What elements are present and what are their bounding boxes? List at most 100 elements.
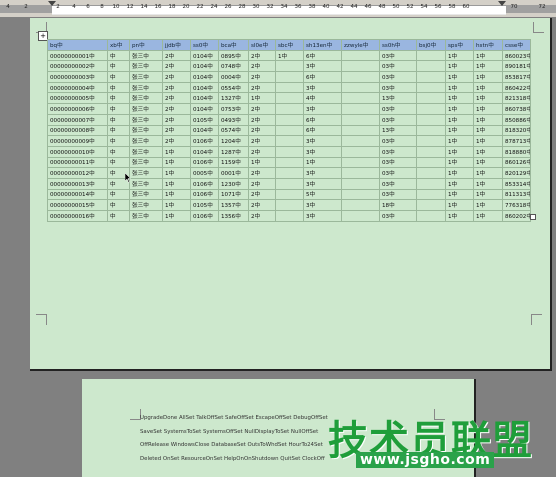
table-cell[interactable]: 03中 — [379, 210, 417, 222]
table-cell[interactable] — [416, 71, 446, 83]
column-header[interactable]: jjdb中 — [162, 39, 191, 51]
table-cell[interactable]: 中 — [107, 71, 130, 83]
table-cell[interactable]: 1中 — [473, 92, 503, 105]
table-cell[interactable]: 1中 — [445, 135, 474, 147]
table-cell[interactable]: 2中 — [248, 81, 276, 94]
table-cell[interactable]: 5中 — [303, 188, 342, 201]
table-cell[interactable]: 张三中 — [129, 81, 163, 94]
table-cell[interactable] — [275, 145, 304, 158]
table-cell[interactable]: 1中 — [473, 71, 503, 83]
table-cell[interactable] — [416, 124, 446, 137]
table-cell[interactable]: 2中 — [248, 177, 276, 190]
table-cell[interactable]: 860202中 — [502, 210, 531, 222]
table-cell[interactable]: 03中 — [379, 81, 417, 94]
table-cell[interactable]: 2中 — [248, 124, 276, 137]
table-cell[interactable]: 03中 — [379, 145, 417, 158]
table-cell[interactable]: 2中 — [162, 92, 191, 105]
table-cell[interactable]: 00000000005中 — [47, 92, 108, 105]
table-cell[interactable]: 1中 — [473, 145, 503, 158]
table-cell[interactable] — [275, 92, 304, 105]
column-header[interactable]: bsj0中 — [416, 39, 446, 51]
table-cell[interactable]: 1中 — [473, 103, 503, 115]
table-cell[interactable]: 中 — [107, 124, 130, 137]
table-cell[interactable]: 中 — [107, 156, 130, 169]
table-cell[interactable]: 1071中 — [218, 188, 249, 201]
column-header[interactable]: sl0e中 — [248, 39, 276, 51]
table-cell[interactable]: 00000000012中 — [47, 167, 108, 179]
table-cell[interactable]: 3中 — [303, 103, 342, 115]
table-cell[interactable]: 张三中 — [129, 124, 163, 137]
table-cell[interactable]: 3中 — [303, 135, 342, 147]
table-cell[interactable]: 中 — [107, 81, 130, 94]
table-cell[interactable] — [341, 156, 380, 169]
table-cell[interactable] — [416, 145, 446, 158]
table-cell[interactable]: 1中 — [473, 167, 503, 179]
table-cell[interactable]: 1中 — [445, 113, 474, 126]
table-cell[interactable]: 1中 — [473, 199, 503, 211]
table-cell[interactable]: 1中 — [445, 167, 474, 179]
table-cell[interactable]: 4中 — [303, 92, 342, 105]
table-cell[interactable] — [416, 49, 446, 62]
table-cell[interactable]: 1中 — [445, 71, 474, 83]
table-cell[interactable]: 03中 — [379, 135, 417, 147]
table-cell[interactable]: 0104中 — [190, 81, 219, 94]
table-cell[interactable]: 6中 — [303, 124, 342, 137]
table-cell[interactable] — [275, 60, 304, 73]
table-cell[interactable]: 2中 — [248, 113, 276, 126]
table-cell[interactable]: 1356中 — [218, 210, 249, 222]
table-cell[interactable]: 张三中 — [129, 60, 163, 73]
right-indent-marker[interactable] — [498, 1, 506, 6]
table-cell[interactable]: 2中 — [248, 60, 276, 73]
table-cell[interactable]: 中 — [107, 210, 130, 222]
table-cell[interactable]: 860422中 — [502, 81, 531, 94]
table-cell[interactable]: 00000000001中 — [47, 49, 108, 62]
table-cell[interactable]: 张三中 — [129, 71, 163, 83]
table-cell[interactable]: 1中 — [473, 49, 503, 62]
column-header[interactable]: bq中 — [47, 39, 108, 51]
table-cell[interactable]: 0105中 — [190, 113, 219, 126]
table-cell[interactable] — [341, 113, 380, 126]
table-cell[interactable]: 1159中 — [218, 156, 249, 169]
table-cell[interactable]: 878713中 — [502, 135, 531, 147]
table-cell[interactable]: 3中 — [303, 210, 342, 222]
table-cell[interactable]: 818320中 — [502, 124, 531, 137]
table-cell[interactable]: 1中 — [162, 177, 191, 190]
table-cell[interactable]: 0104中 — [190, 103, 219, 115]
table-cell[interactable] — [275, 167, 304, 179]
table-cell[interactable]: 820129中 — [502, 167, 531, 179]
table-cell[interactable]: 0104中 — [190, 49, 219, 62]
table-cell[interactable]: 03中 — [379, 188, 417, 201]
table-cell[interactable]: 1中 — [473, 210, 503, 222]
table-cell[interactable]: 1中 — [473, 113, 503, 126]
table-cell[interactable]: 6中 — [303, 71, 342, 83]
table-cell[interactable]: 0104中 — [190, 60, 219, 73]
table-cell[interactable]: 张三中 — [129, 156, 163, 169]
table-cell[interactable]: 0554中 — [218, 81, 249, 94]
table-cell[interactable]: 853314中 — [502, 177, 531, 190]
table-cell[interactable] — [416, 210, 446, 222]
table-cell[interactable]: 0105中 — [190, 199, 219, 211]
table-cell[interactable]: 860738中 — [502, 103, 531, 115]
table-cell[interactable]: 1中 — [445, 81, 474, 94]
table-cell[interactable] — [416, 113, 446, 126]
table-cell[interactable] — [341, 60, 380, 73]
table-cell[interactable]: 张三中 — [129, 145, 163, 158]
table-cell[interactable]: 0574中 — [218, 124, 249, 137]
table-cell[interactable]: 821318中 — [502, 92, 531, 105]
table-cell[interactable]: 2中 — [162, 49, 191, 62]
table-cell[interactable] — [341, 71, 380, 83]
table-cell[interactable]: 1中 — [162, 188, 191, 201]
table-cell[interactable] — [341, 92, 380, 105]
table-cell[interactable]: 00000000003中 — [47, 71, 108, 83]
table-cell[interactable]: 860023中 — [502, 49, 531, 62]
table-cell[interactable]: 0753中 — [218, 103, 249, 115]
table-cell[interactable]: 2中 — [248, 145, 276, 158]
table-cell[interactable]: 00000000006中 — [47, 103, 108, 115]
first-line-indent-marker[interactable] — [48, 1, 56, 6]
data-table[interactable]: bq中 xb中 pn中 jjdb中 ss0中 bca中 sl0e中 sbc中 sh13en中 zz… — [47, 39, 531, 222]
table-cell[interactable]: 0001中 — [218, 167, 249, 179]
table-cell[interactable] — [341, 81, 380, 94]
table-cell[interactable]: 中 — [107, 135, 130, 147]
table-cell[interactable]: 2中 — [162, 124, 191, 137]
table-cell[interactable]: 0106中 — [190, 177, 219, 190]
